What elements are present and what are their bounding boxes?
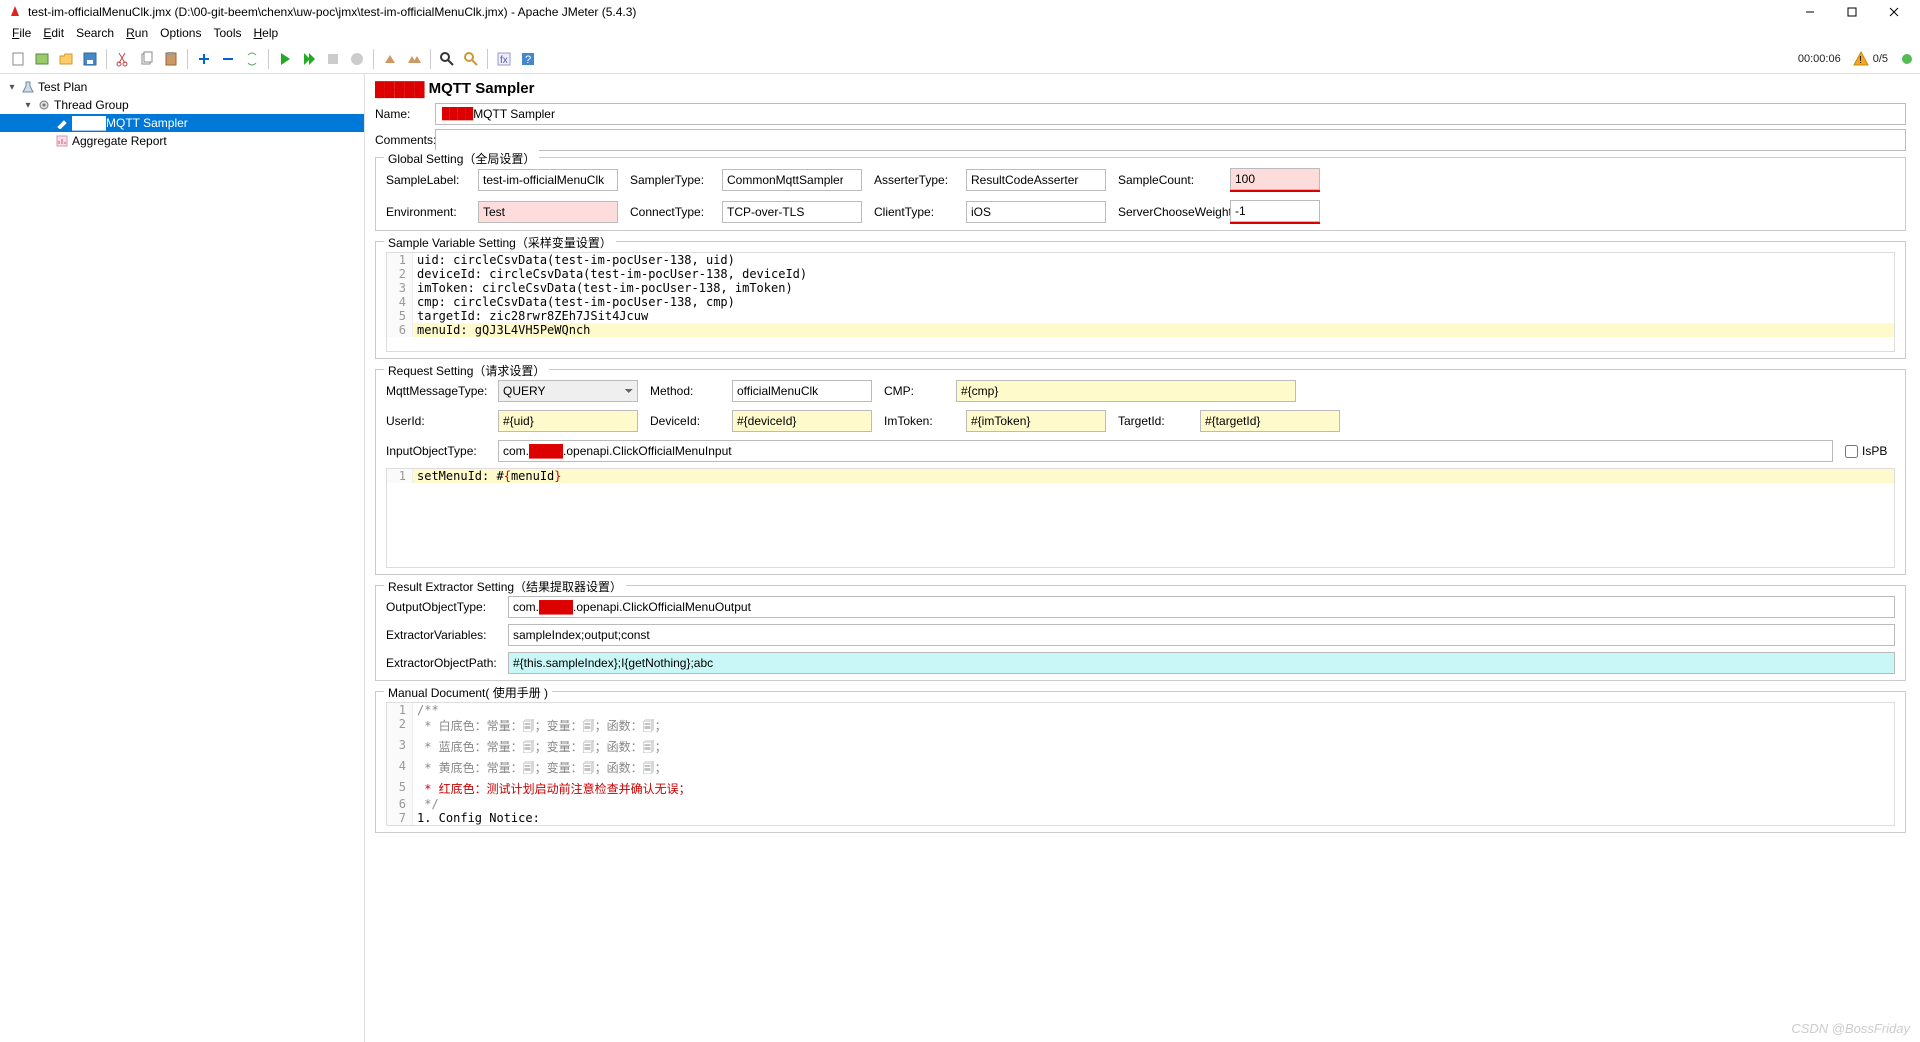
collapse-icon[interactable] xyxy=(217,48,239,70)
watermark: CSDN @BossFriday xyxy=(1791,1021,1910,1036)
window-title: test-im-officialMenuClk.jmx (D:\00-git-b… xyxy=(28,5,1796,19)
close-button[interactable] xyxy=(1880,3,1908,21)
function-helper-icon[interactable]: fx xyxy=(493,48,515,70)
tree-aggregate-report[interactable]: Aggregate Report xyxy=(0,132,364,150)
templates-icon[interactable] xyxy=(31,48,53,70)
request-setting-group: Request Setting（请求设置） MqttMessageType: Q… xyxy=(375,369,1906,575)
menubar: File Edit Search Run Options Tools Help xyxy=(0,24,1920,44)
tree-test-plan[interactable]: ▾ Test Plan xyxy=(0,78,364,96)
toggle-icon[interactable] xyxy=(241,48,263,70)
targetid-input[interactable] xyxy=(1200,410,1340,432)
clear-icon[interactable] xyxy=(379,48,401,70)
sampler-type-select[interactable]: CommonMqttSampler xyxy=(722,169,862,191)
app-icon xyxy=(8,5,22,19)
menu-run[interactable]: Run xyxy=(122,26,152,42)
shutdown-icon[interactable] xyxy=(346,48,368,70)
maximize-button[interactable] xyxy=(1838,3,1866,21)
thread-status-icon xyxy=(1900,52,1914,66)
manual-doc-viewer[interactable]: 1/** 2 * 白底色：常量：🗐；变量：🗐；函数：🗐； 3 * 蓝底色：常量：… xyxy=(386,702,1895,826)
comments-label: Comments: xyxy=(375,133,435,147)
save-icon[interactable] xyxy=(79,48,101,70)
toolbar: fx ? 00:00:06 ! 0/5 xyxy=(0,44,1920,74)
menu-help[interactable]: Help xyxy=(250,26,283,42)
extractor-path-input[interactable] xyxy=(508,652,1895,674)
cut-icon[interactable] xyxy=(112,48,134,70)
manual-doc-group: Manual Document( 使用手册 ) 1/** 2 * 白底色：常量：… xyxy=(375,691,1906,833)
reset-search-icon[interactable] xyxy=(460,48,482,70)
svg-text:?: ? xyxy=(525,54,531,66)
menu-edit[interactable]: Edit xyxy=(39,26,68,42)
userid-input[interactable] xyxy=(498,410,638,432)
report-icon xyxy=(55,134,69,148)
global-setting-group: Global Setting（全局设置） SampleLabel: Sample… xyxy=(375,157,1906,231)
extractor-vars-input[interactable] xyxy=(508,624,1895,646)
menu-file[interactable]: File xyxy=(8,26,35,42)
sample-count-input[interactable] xyxy=(1230,168,1320,190)
input-type-input[interactable]: com.████.openapi.ClickOfficialMenuInput xyxy=(498,440,1833,462)
name-label: Name: xyxy=(375,107,435,121)
help-icon[interactable]: ? xyxy=(517,48,539,70)
menu-options[interactable]: Options xyxy=(156,26,205,42)
copy-icon[interactable] xyxy=(136,48,158,70)
minimize-button[interactable] xyxy=(1796,3,1824,21)
method-input[interactable] xyxy=(732,380,872,402)
output-type-input[interactable]: com.████.openapi.ClickOfficialMenuOutput xyxy=(508,596,1895,618)
comments-input[interactable] xyxy=(435,129,1906,151)
asserter-type-select[interactable]: ResultCodeAsserter xyxy=(966,169,1106,191)
window-titlebar: test-im-officialMenuClk.jmx (D:\00-git-b… xyxy=(0,0,1920,24)
menu-tools[interactable]: Tools xyxy=(209,26,245,42)
svg-text:fx: fx xyxy=(500,55,508,66)
paste-icon[interactable] xyxy=(160,48,182,70)
msg-type-select[interactable]: QUERY xyxy=(498,380,638,402)
stop-icon[interactable] xyxy=(322,48,344,70)
environment-select[interactable]: Test xyxy=(478,201,618,223)
open-icon[interactable] xyxy=(55,48,77,70)
request-body-editor[interactable]: 1setMenuId: #{menuId} xyxy=(386,468,1895,568)
search-tree-icon[interactable] xyxy=(436,48,458,70)
test-plan-tree[interactable]: ▾ Test Plan ▾ Thread Group ████MQTT Samp… xyxy=(0,74,365,1042)
cmp-input[interactable] xyxy=(956,380,1296,402)
svg-text:!: ! xyxy=(1859,55,1862,66)
clear-all-icon[interactable] xyxy=(403,48,425,70)
beaker-icon xyxy=(21,80,35,94)
imtoken-input[interactable] xyxy=(966,410,1106,432)
elapsed-time: 00:00:06 xyxy=(1798,53,1841,65)
active-threads: 0/5 xyxy=(1873,53,1888,65)
new-icon[interactable] xyxy=(7,48,29,70)
client-type-select[interactable]: iOS xyxy=(966,201,1106,223)
menu-search[interactable]: Search xyxy=(72,26,118,42)
sample-variable-group: Sample Variable Setting（采样变量设置） 1uid: ci… xyxy=(375,241,1906,359)
deviceid-input[interactable] xyxy=(732,410,872,432)
ispb-checkbox[interactable] xyxy=(1845,445,1858,458)
connect-type-select[interactable]: TCP-over-TLS xyxy=(722,201,862,223)
panel-title: █████MQTT Sampler xyxy=(375,80,1906,97)
start-no-pause-icon[interactable] xyxy=(298,48,320,70)
main-panel: █████MQTT Sampler Name: ████MQTT Sampler… xyxy=(365,74,1920,1042)
sample-variable-editor[interactable]: 1uid: circleCsvData(test-im-pocUser-138,… xyxy=(386,252,1895,352)
start-icon[interactable] xyxy=(274,48,296,70)
name-input[interactable]: ████MQTT Sampler xyxy=(435,103,1906,125)
tree-thread-group[interactable]: ▾ Thread Group xyxy=(0,96,364,114)
warning-icon[interactable]: ! xyxy=(1853,51,1869,67)
pipette-icon xyxy=(55,116,69,130)
gear-icon xyxy=(37,98,51,112)
extractor-group: Result Extractor Setting（结果提取器设置） Output… xyxy=(375,585,1906,681)
sample-label-input[interactable] xyxy=(478,169,618,191)
tree-mqtt-sampler[interactable]: ████MQTT Sampler xyxy=(0,114,364,132)
server-weight-input[interactable] xyxy=(1230,200,1320,222)
expand-icon[interactable] xyxy=(193,48,215,70)
